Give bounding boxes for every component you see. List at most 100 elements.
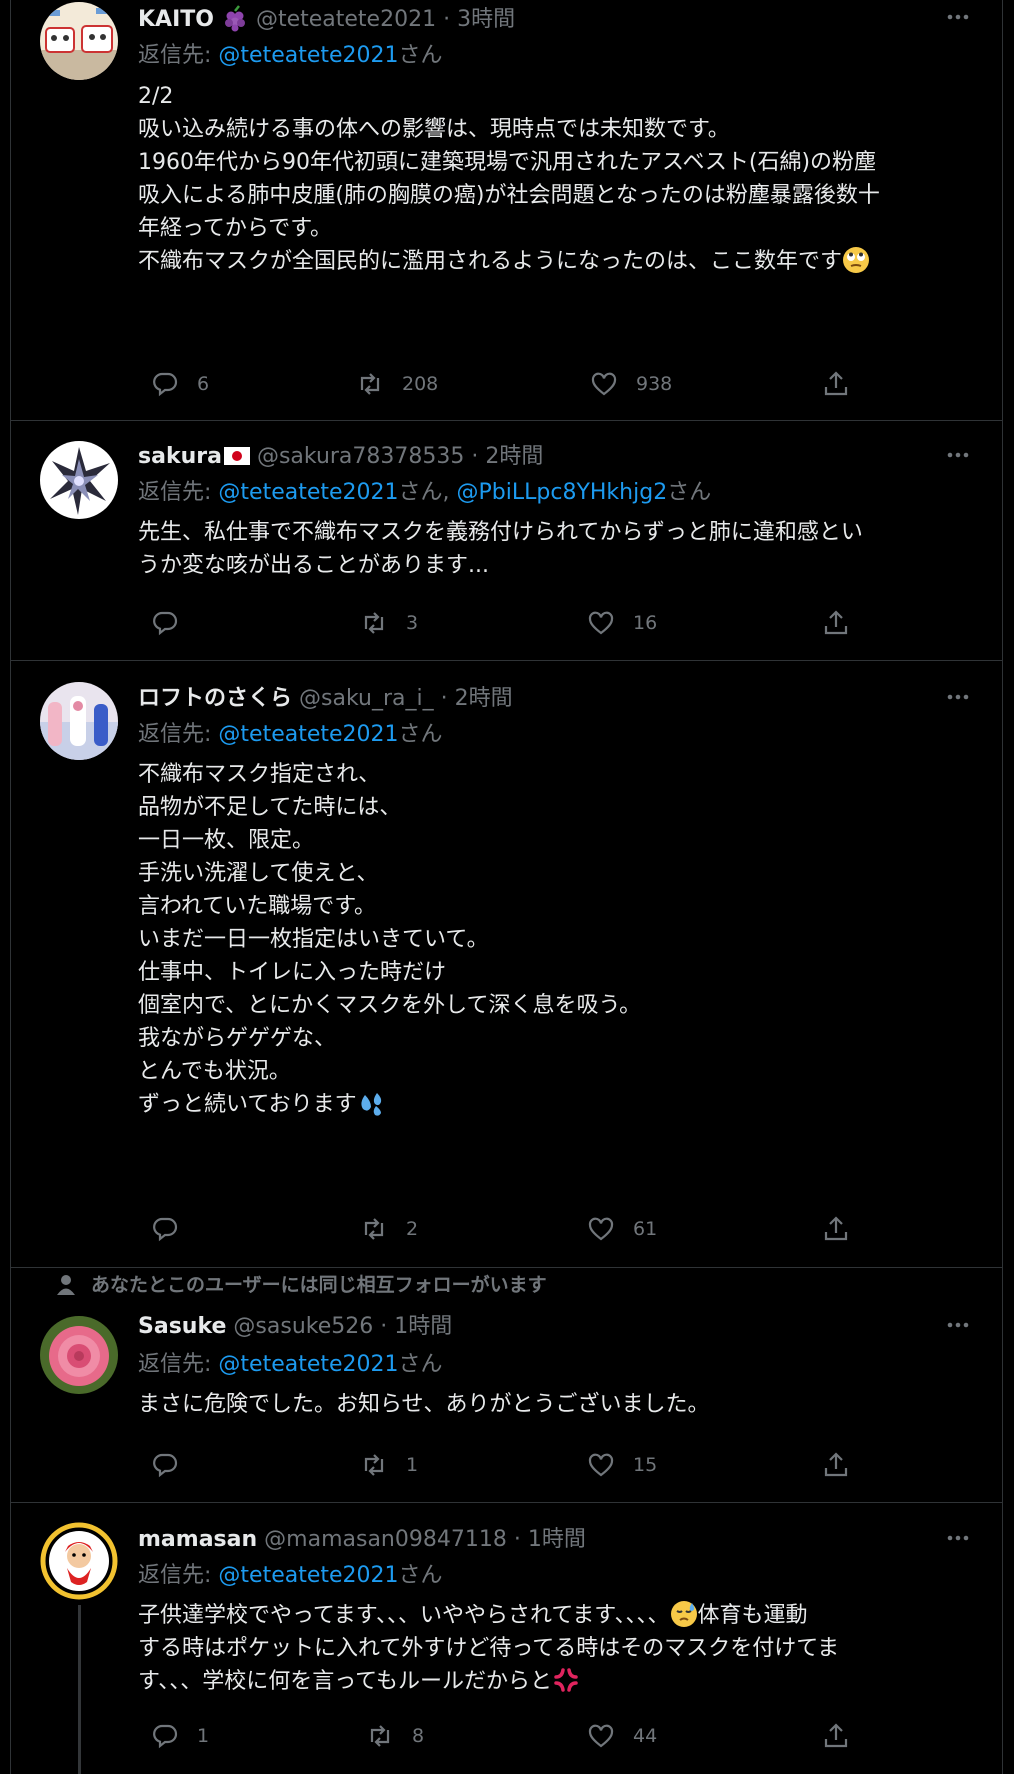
like-button[interactable]: 15 bbox=[587, 1448, 657, 1482]
timestamp[interactable]: · 3時間 bbox=[443, 7, 515, 32]
like-button[interactable]: 16 bbox=[587, 606, 657, 640]
tweet-sakura[interactable]: sakura @sakura78378535 · 2時間 返信先: @tetea… bbox=[11, 421, 1002, 661]
mention-link[interactable]: @teteatete2021 bbox=[218, 43, 398, 68]
retweet-button[interactable]: 208 bbox=[356, 367, 438, 401]
reply-prefix: 返信先: bbox=[138, 43, 219, 68]
timestamp[interactable]: · 1時間 bbox=[514, 1527, 586, 1552]
text-line: 仕事中、トイレに入った時だけ bbox=[138, 960, 447, 985]
downcast-face-with-sweat-icon bbox=[670, 1601, 697, 1627]
sweat-droplets-icon bbox=[361, 1093, 381, 1116]
more-options-button[interactable] bbox=[938, 1525, 978, 1555]
heart-icon bbox=[588, 611, 614, 635]
timestamp[interactable]: · 1時間 bbox=[380, 1314, 452, 1339]
reply-suffix: さん bbox=[667, 480, 712, 505]
avatar[interactable] bbox=[40, 682, 118, 760]
retweet-count: 208 bbox=[402, 373, 439, 395]
japan-flag-icon bbox=[223, 447, 250, 465]
social-context: あなたとこのユーザーには同じ相互フォローがいます bbox=[57, 1270, 547, 1300]
text-line: とんでも状況。 bbox=[138, 1059, 291, 1084]
handle[interactable]: @teteatete2021 bbox=[256, 7, 436, 32]
more-options-button[interactable] bbox=[938, 684, 978, 714]
retweet-count: 8 bbox=[412, 1725, 425, 1747]
like-button[interactable]: 44 bbox=[587, 1719, 657, 1753]
text-line: 2/2 bbox=[138, 84, 174, 109]
mention-link[interactable]: @teteatete2021 bbox=[218, 722, 398, 747]
display-name[interactable]: KAITO bbox=[138, 7, 214, 32]
person-icon bbox=[57, 1275, 75, 1295]
reply-button[interactable] bbox=[151, 1448, 197, 1482]
more-options-button[interactable] bbox=[938, 442, 978, 472]
retweet-button[interactable]: 1 bbox=[360, 1448, 418, 1482]
reply-button[interactable]: 1 bbox=[151, 1719, 209, 1753]
mention-link[interactable]: @teteatete2021 bbox=[218, 480, 398, 505]
reply-button[interactable] bbox=[151, 1212, 197, 1246]
text-line: 不織布マスクが全国民的に濫用されるようになったのは、ここ数年です bbox=[138, 245, 988, 278]
mention-link[interactable]: @teteatete2021 bbox=[218, 1563, 398, 1588]
share-icon bbox=[824, 610, 848, 635]
handle[interactable]: @sakura78378535 bbox=[257, 444, 464, 469]
share-button[interactable] bbox=[822, 1448, 868, 1482]
timestamp[interactable]: · 2時間 bbox=[441, 686, 513, 711]
avatar[interactable] bbox=[40, 2, 118, 80]
tweet-actions: 2 61 bbox=[138, 1212, 988, 1246]
reply-suffix: さん bbox=[398, 1563, 443, 1588]
reply-prefix: 返信先: bbox=[138, 480, 219, 505]
handle[interactable]: @sasuke526 bbox=[233, 1314, 373, 1339]
retweet-icon bbox=[364, 1218, 384, 1240]
display-name[interactable]: ロフトのさくら bbox=[138, 686, 292, 711]
reply-prefix: 返信先: bbox=[138, 722, 219, 747]
reply-count: 1 bbox=[197, 1725, 210, 1747]
display-name[interactable]: Sasuke bbox=[138, 1314, 226, 1339]
heart-icon bbox=[591, 372, 617, 396]
avatar[interactable] bbox=[40, 1316, 118, 1394]
timestamp[interactable]: · 2時間 bbox=[471, 444, 543, 469]
display-name[interactable]: mamasan bbox=[138, 1527, 257, 1552]
reply-suffix: さん bbox=[398, 722, 443, 747]
retweet-button[interactable]: 8 bbox=[366, 1719, 424, 1753]
handle[interactable]: @saku_ra_i_ bbox=[299, 686, 434, 711]
text-line: 子供達学校でやってます、、、いややらされてます、、、、 体育も運動 bbox=[138, 1599, 988, 1632]
text-span: 不織布マスクが全国民的に濫用されるようになったのは、ここ数年です bbox=[138, 249, 843, 274]
retweet-icon bbox=[364, 1454, 384, 1476]
reply-button[interactable]: 6 bbox=[151, 367, 209, 401]
tweet-actions: 1 8 44 bbox=[138, 1719, 988, 1753]
more-options-button[interactable] bbox=[938, 4, 978, 34]
mention-link[interactable]: @teteatete2021 bbox=[218, 1352, 398, 1377]
avatar[interactable] bbox=[40, 441, 118, 519]
handle[interactable]: @mamasan09847118 bbox=[264, 1527, 507, 1552]
mention-link[interactable]: @PbiLLpc8YHkhjg2 bbox=[457, 480, 668, 505]
tweet-text: 2/2 吸い込み続ける事の体への影響は、現時点では未知数です。 1960年代から… bbox=[138, 80, 988, 278]
share-button[interactable] bbox=[822, 1719, 868, 1753]
tweet-actions: 1 15 bbox=[138, 1448, 988, 1482]
share-button[interactable] bbox=[822, 1212, 868, 1246]
reply-timeline: KAITO @teteatete2021 · 3時間 返信先: @teteate… bbox=[10, 0, 1003, 1774]
retweet-button[interactable]: 2 bbox=[360, 1212, 418, 1246]
reply-separator: さん, bbox=[398, 480, 457, 505]
reply-button[interactable] bbox=[151, 606, 197, 640]
like-button[interactable]: 61 bbox=[587, 1212, 657, 1246]
retweet-button[interactable]: 3 bbox=[360, 606, 418, 640]
text-line: 先生、私仕事で不織布マスクを義務付けられてからずっと肺に違和感とい bbox=[138, 520, 863, 545]
tweet-loft-no-sakura[interactable]: ロフトのさくら @saku_ra_i_ · 2時間 返信先: @teteatet… bbox=[11, 661, 1002, 1268]
retweet-icon bbox=[364, 612, 384, 634]
tweet-text: 先生、私仕事で不織布マスクを義務付けられてからずっと肺に違和感とい うか変な咳が… bbox=[138, 516, 988, 582]
share-button[interactable] bbox=[822, 367, 868, 401]
display-name[interactable]: sakura bbox=[138, 444, 222, 469]
tweet-sasuke[interactable]: あなたとこのユーザーには同じ相互フォローがいます Sasuke @sasuke5… bbox=[11, 1268, 1002, 1503]
tweet-header: Sasuke @sasuke526 · 1時間 bbox=[138, 1312, 452, 1342]
tweet-kaito[interactable]: KAITO @teteatete2021 · 3時間 返信先: @teteate… bbox=[11, 0, 1002, 421]
retweet-icon bbox=[360, 373, 380, 395]
more-icon bbox=[947, 694, 969, 700]
avatar[interactable] bbox=[40, 1522, 118, 1600]
text-line: 我ながらゲゲゲな、 bbox=[138, 1026, 337, 1051]
thread-connector bbox=[78, 1605, 81, 1774]
text-line: す、、、学校に何を言ってもルールだからと bbox=[138, 1665, 988, 1698]
tweet-mamasan[interactable]: mamasan @mamasan09847118 · 1時間 返信先: @tet… bbox=[11, 1503, 1002, 1774]
like-button[interactable]: 938 bbox=[590, 367, 672, 401]
reply-prefix: 返信先: bbox=[138, 1563, 219, 1588]
share-button[interactable] bbox=[822, 606, 868, 640]
more-options-button[interactable] bbox=[938, 1312, 978, 1342]
text-line: 品物が不足してた時には、 bbox=[138, 795, 402, 820]
replying-to: 返信先: @teteatete2021さん bbox=[138, 1350, 443, 1380]
text-line: 個室内で、とにかくマスクを外して深く息を吸う。 bbox=[138, 993, 642, 1018]
